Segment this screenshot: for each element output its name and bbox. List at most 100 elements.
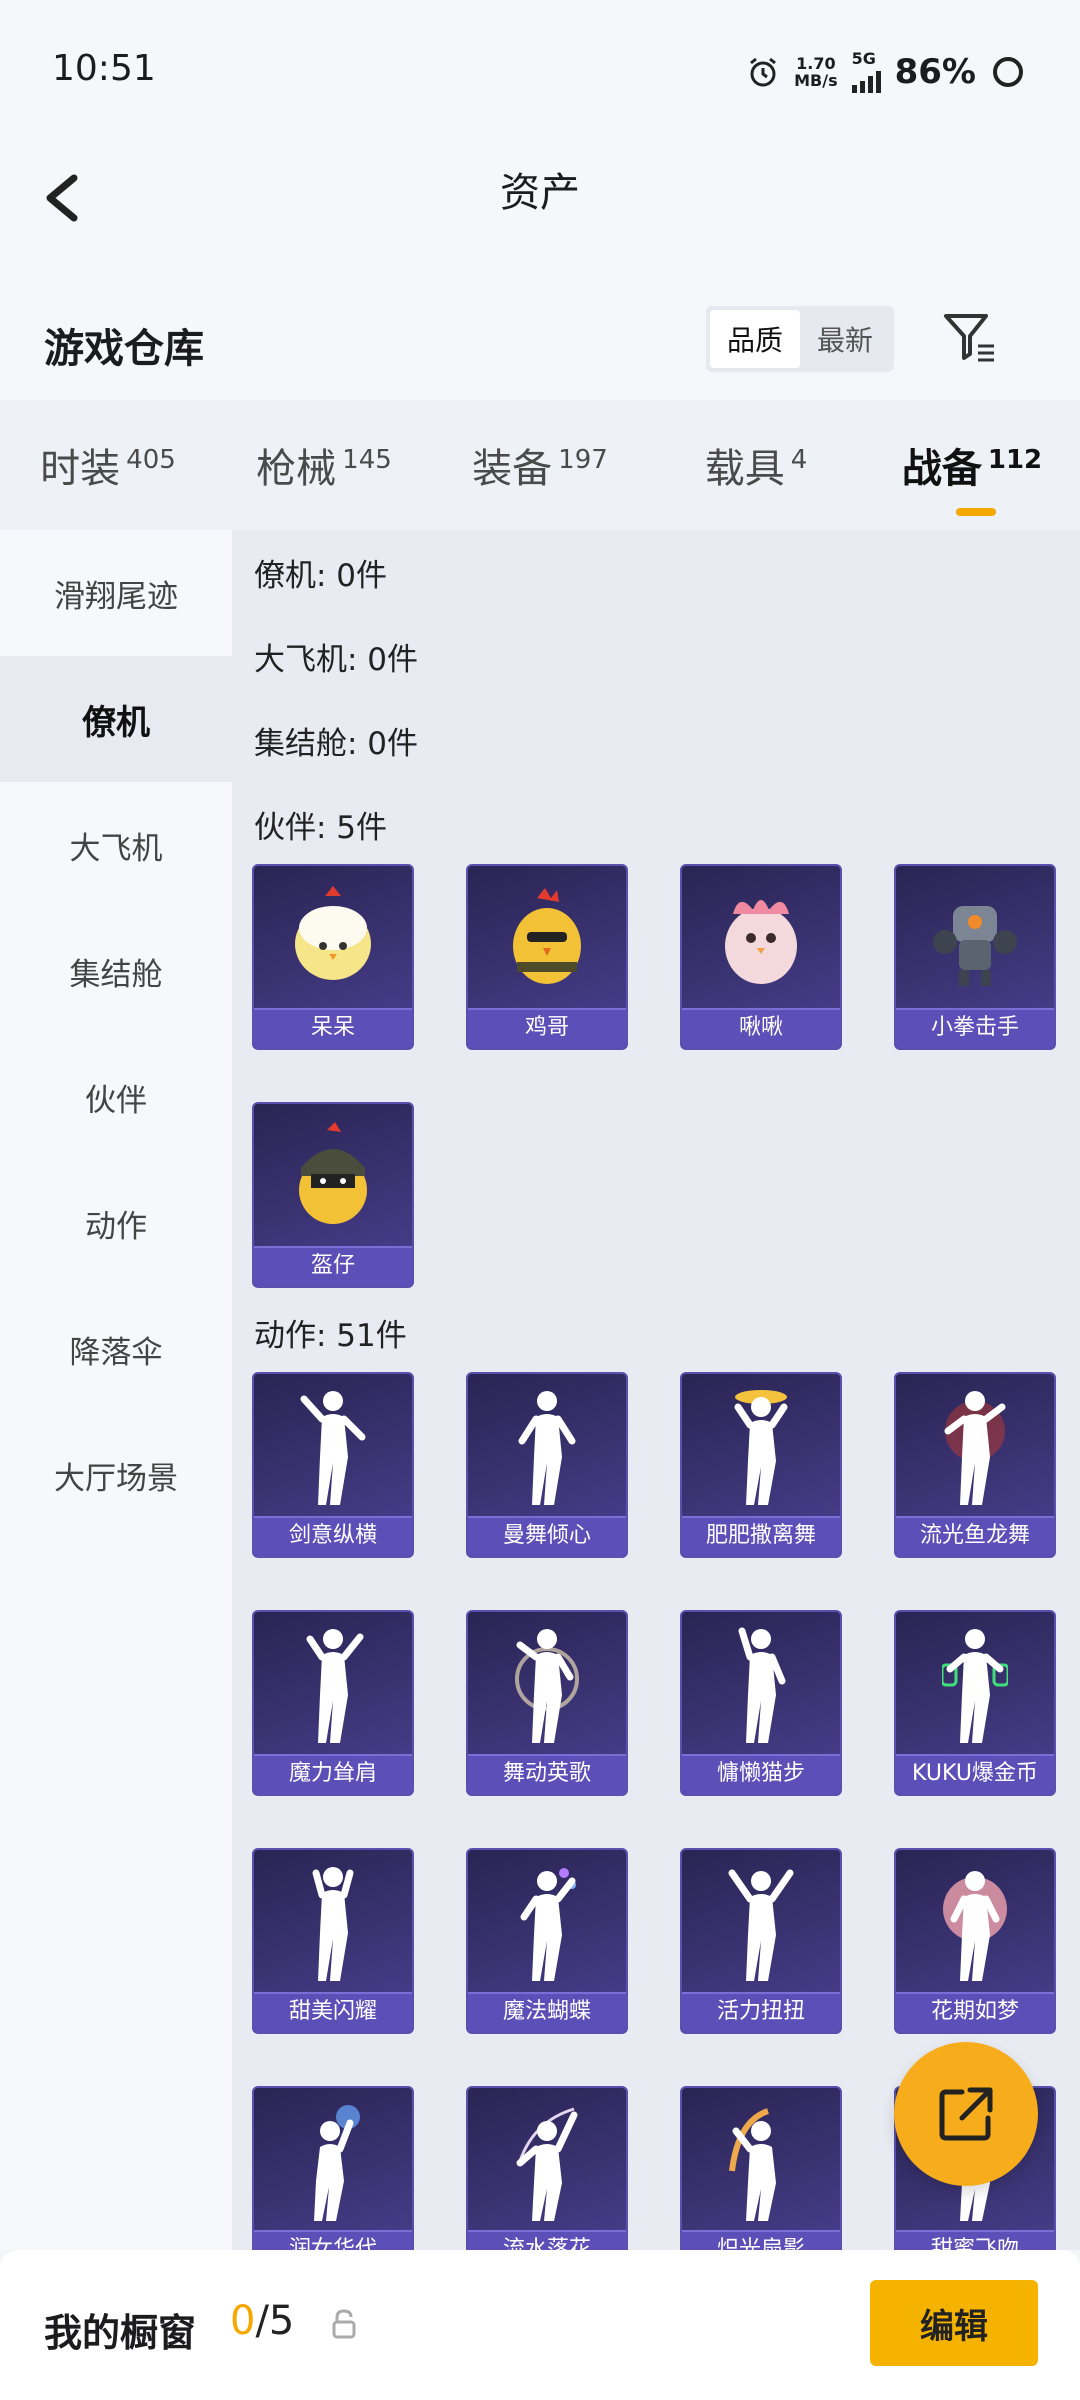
dancer-silhouette-icon xyxy=(896,1612,1054,1758)
partner-card[interactable]: 呆呆 xyxy=(252,864,414,1050)
showcase-title: 我的橱窗 xyxy=(44,2311,197,2355)
dancer-silhouette-icon xyxy=(682,1850,840,1996)
robot-boxer-icon xyxy=(896,866,1054,1012)
dancer-silhouette-icon xyxy=(254,1850,412,1996)
category-tabs: 时装 405 枪械 145 装备 197 载具 4 战备 112 xyxy=(0,400,1080,530)
partner-card[interactable]: 盔仔 xyxy=(252,1102,414,1288)
alarm-icon xyxy=(750,57,777,87)
card-label: 流水落花 xyxy=(468,2230,626,2250)
card-label: 甜蜜飞吻 xyxy=(896,2230,1054,2250)
card-label: 鸡哥 xyxy=(468,1008,626,1048)
tab-equipment[interactable]: 装备 197 xyxy=(432,436,648,494)
item-list: 僚机: 0件 大飞机: 0件 集结舱: 0件 伙伴: 5件 呆呆 鸡哥 啾啾 小… xyxy=(232,530,1080,2250)
card-label: 甜美闪耀 xyxy=(254,1992,412,2032)
sidebar-item-partner[interactable]: 伙伴 xyxy=(0,1034,232,1160)
sidebar-item-emote[interactable]: 动作 xyxy=(0,1160,232,1286)
dancer-silhouette-icon xyxy=(896,1374,1054,1520)
partner-card[interactable]: 鸡哥 xyxy=(466,864,628,1050)
warehouse-title: 游戏仓库 xyxy=(44,326,204,372)
card-label: 魔法蝴蝶 xyxy=(468,1992,626,2032)
sort-quality-button[interactable]: 品质 xyxy=(710,310,800,368)
edit-button[interactable]: 编辑 xyxy=(870,2280,1038,2366)
category-sidebar: 滑翔尾迹 僚机 大飞机 集结舱 伙伴 动作 降落伞 大厅场景 xyxy=(0,530,232,2250)
emote-card[interactable]: 魔力耸肩 xyxy=(252,1610,414,1796)
group-label-wingman: 僚机: 0件 xyxy=(254,558,388,594)
card-label: 呆呆 xyxy=(254,1008,412,1048)
emote-card[interactable]: 花期如梦 xyxy=(894,1848,1056,2034)
status-icons: 1.70 MB/s 5G 86% xyxy=(746,48,1026,96)
emote-card[interactable]: 炽光扇影 xyxy=(680,2086,842,2250)
dancer-silhouette-icon xyxy=(254,1612,412,1758)
group-label-pod: 集结舱: 0件 xyxy=(254,726,419,762)
battery-level: 86% xyxy=(894,52,976,92)
tab-battle-prep[interactable]: 战备 112 xyxy=(864,436,1080,516)
sort-toggle: 品质 最新 xyxy=(706,306,894,372)
battery-ring-icon xyxy=(993,57,1023,87)
tab-fashion[interactable]: 时装 405 xyxy=(0,436,216,494)
card-label: 舞动英歌 xyxy=(468,1754,626,1794)
showcase-count: 0/5 xyxy=(230,2298,295,2344)
sidebar-item-pod[interactable]: 集结舱 xyxy=(0,908,232,1034)
status-time: 10:51 xyxy=(52,48,156,89)
card-label: 慵懒猫步 xyxy=(682,1754,840,1794)
emote-card[interactable]: 润女华代 xyxy=(252,2086,414,2250)
card-label: 小拳击手 xyxy=(896,1008,1054,1048)
warehouse-header: 游戏仓库 品质 最新 xyxy=(0,280,1080,400)
card-label: 肥肥撒离舞 xyxy=(682,1516,840,1556)
dancer-silhouette-icon xyxy=(468,1612,626,1758)
card-label: 炽光扇影 xyxy=(682,2230,840,2250)
emote-card[interactable]: 舞动英歌 xyxy=(466,1610,628,1796)
card-label: 花期如梦 xyxy=(896,1992,1054,2032)
dancer-silhouette-icon xyxy=(468,2088,626,2234)
card-label: 流光鱼龙舞 xyxy=(896,1516,1054,1556)
sidebar-item-parachute[interactable]: 降落伞 xyxy=(0,1286,232,1412)
card-label: KUKU爆金币 xyxy=(896,1754,1054,1794)
share-icon xyxy=(939,2087,993,2141)
sidebar-item-lobby-scene[interactable]: 大厅场景 xyxy=(0,1412,232,1538)
sidebar-item-wingman[interactable]: 僚机 xyxy=(0,656,232,782)
dancer-silhouette-icon xyxy=(896,1850,1054,1996)
app-header: 资产 xyxy=(0,140,1080,280)
active-tab-indicator xyxy=(956,508,996,516)
page-title: 资产 xyxy=(500,170,580,216)
sidebar-item-big-plane[interactable]: 大飞机 xyxy=(0,782,232,908)
sort-newest-button[interactable]: 最新 xyxy=(800,310,890,368)
dancer-silhouette-icon xyxy=(682,2088,840,2234)
emote-card[interactable]: KUKU爆金币 xyxy=(894,1610,1056,1796)
dancer-silhouette-icon xyxy=(468,1374,626,1520)
card-label: 润女华代 xyxy=(254,2230,412,2250)
emote-card[interactable]: 流水落花 xyxy=(466,2086,628,2250)
dancer-silhouette-icon xyxy=(682,1374,840,1520)
emote-card[interactable]: 肥肥撒离舞 xyxy=(680,1372,842,1558)
tab-guns[interactable]: 枪械 145 xyxy=(216,436,432,494)
card-label: 曼舞倾心 xyxy=(468,1516,626,1556)
share-button[interactable] xyxy=(894,2042,1038,2186)
partner-card[interactable]: 小拳击手 xyxy=(894,864,1056,1050)
partner-card[interactable]: 啾啾 xyxy=(680,864,842,1050)
dancer-silhouette-icon xyxy=(254,1374,412,1520)
emote-card[interactable]: 流光鱼龙舞 xyxy=(894,1372,1056,1558)
emote-card[interactable]: 活力扭扭 xyxy=(680,1848,842,2034)
pink-bird-icon xyxy=(682,866,840,1012)
emote-card[interactable]: 剑意纵横 xyxy=(252,1372,414,1558)
group-label-partner: 伙伴: 5件 xyxy=(254,810,388,846)
emote-card[interactable]: 曼舞倾心 xyxy=(466,1372,628,1558)
dancer-silhouette-icon xyxy=(468,1850,626,1996)
status-bar: 10:51 1.70 MB/s 5G 86% xyxy=(0,0,1080,140)
group-label-emote: 动作: 51件 xyxy=(254,1318,407,1354)
emote-card[interactable]: 甜美闪耀 xyxy=(252,1848,414,2034)
tab-vehicles[interactable]: 载具 4 xyxy=(648,436,864,494)
group-label-big-plane: 大飞机: 0件 xyxy=(254,642,419,678)
signal-bars-icon xyxy=(851,67,881,93)
chick-icon xyxy=(254,866,412,1012)
dancer-silhouette-icon xyxy=(682,1612,840,1758)
card-label: 啾啾 xyxy=(682,1008,840,1048)
card-label: 盔仔 xyxy=(254,1246,412,1286)
helmet-chick-icon xyxy=(254,1104,412,1250)
rooster-icon xyxy=(468,866,626,1012)
sidebar-item-glide-trail[interactable]: 滑翔尾迹 xyxy=(0,530,232,656)
filter-icon[interactable] xyxy=(940,308,1000,368)
emote-card[interactable]: 慵懒猫步 xyxy=(680,1610,842,1796)
emote-card[interactable]: 魔法蝴蝶 xyxy=(466,1848,628,2034)
network-speed: 1.70 MB/s xyxy=(794,54,838,90)
